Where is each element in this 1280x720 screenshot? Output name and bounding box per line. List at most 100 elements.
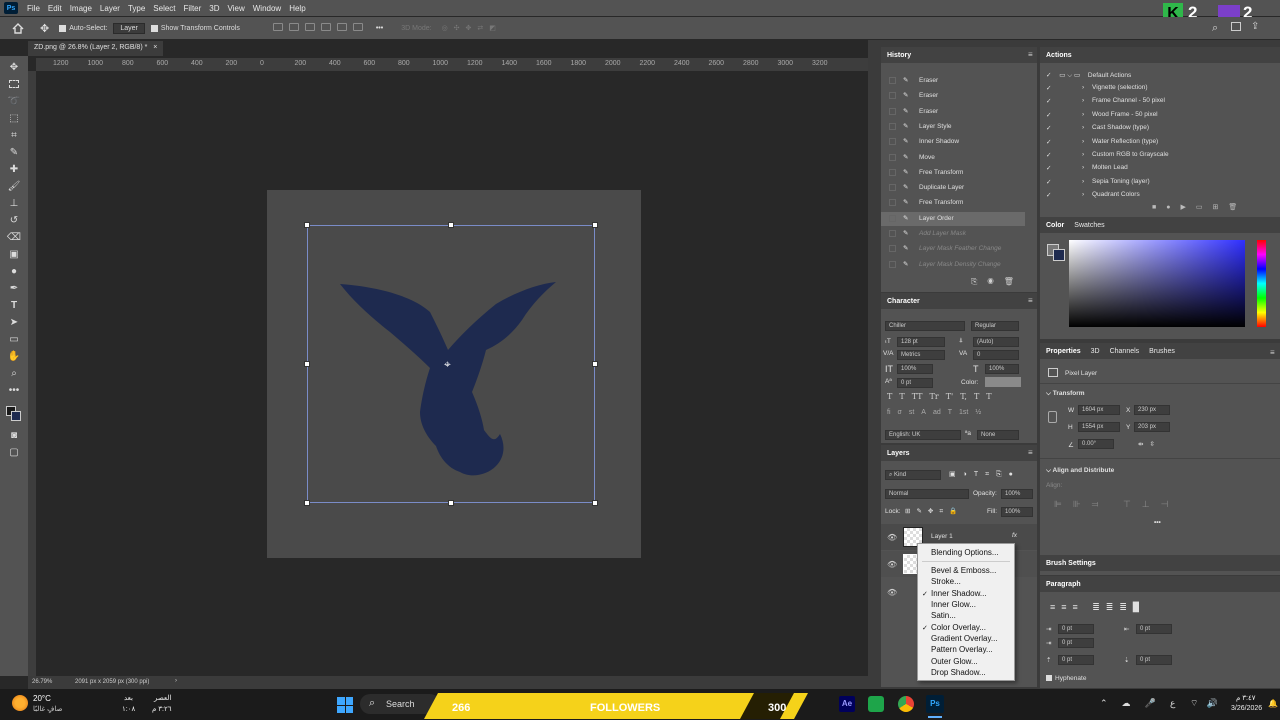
brush-settings-tab[interactable]: Brush Settings	[1046, 560, 1096, 567]
context-menu-item[interactable]: Pattern Overlay...	[931, 645, 993, 654]
action-item[interactable]: ✓ › Molten Lead	[1046, 164, 1128, 172]
dodge-tool-icon[interactable]: ●	[6, 264, 22, 278]
fill-field[interactable]: 100%	[1001, 507, 1033, 517]
tracking-field[interactable]: 0	[973, 350, 1019, 360]
context-menu-item[interactable]: Stroke...	[931, 577, 961, 586]
home-icon[interactable]	[12, 22, 24, 34]
pen-tool-icon[interactable]: ✒	[6, 281, 22, 295]
path-select-icon[interactable]: ➤	[6, 315, 22, 329]
space-after-field[interactable]: 0 pt	[1136, 655, 1172, 665]
transform-handle-left[interactable]	[304, 361, 310, 367]
history-snapshot-box[interactable]	[889, 122, 896, 130]
history-panel-menu-icon[interactable]: ≡	[1028, 50, 1033, 59]
layer-filter-icons[interactable]: ▣◑T⌗⎘●	[949, 470, 1020, 479]
hyphenate-checkbox[interactable]	[1046, 675, 1052, 682]
y-field[interactable]: 203 px	[1134, 422, 1170, 432]
move-tool-icon[interactable]: ✥	[40, 22, 49, 35]
color-spectrum-field[interactable]	[1069, 240, 1245, 327]
opacity-field[interactable]: 100%	[1001, 489, 1033, 499]
paragraph-tab[interactable]: Paragraph	[1046, 581, 1081, 588]
opentype-button[interactable]: ad	[933, 409, 941, 416]
chevron-right-icon[interactable]: ›	[1082, 124, 1084, 131]
width-field[interactable]: 1604 px	[1078, 405, 1120, 415]
gradient-tool-icon[interactable]: ▣	[6, 247, 22, 261]
opentype-button[interactable]: st	[909, 409, 914, 416]
layer-name[interactable]: Layer 1	[931, 533, 953, 540]
link-dimensions-icon[interactable]	[1048, 411, 1057, 423]
move-tool-icon[interactable]: ✥	[6, 60, 22, 74]
transform-handle-top-left[interactable]	[304, 222, 310, 228]
chevron-right-icon[interactable]: ›	[1082, 151, 1084, 158]
history-snapshot-box[interactable]	[889, 260, 896, 268]
chrome-icon[interactable]	[898, 696, 914, 712]
paragraph-align-buttons[interactable]: ≡≡≡ ≣≣≣▉	[1050, 602, 1146, 613]
transform-handle-right[interactable]	[592, 361, 598, 367]
transform-handle-top-right[interactable]	[592, 222, 598, 228]
eyedropper-tool-icon[interactable]: ✎	[6, 145, 22, 159]
color-tab[interactable]: Color	[1046, 222, 1064, 229]
history-item[interactable]: ✎ Move	[881, 151, 1025, 165]
menu-edit[interactable]: Edit	[44, 4, 66, 13]
history-item[interactable]: ✎ Eraser	[881, 89, 1025, 103]
swatches-tab[interactable]: Swatches	[1074, 222, 1104, 229]
search-icon[interactable]: ⌕	[1212, 22, 1218, 35]
transform-bounding-box[interactable]	[307, 225, 595, 503]
auto-select-dropdown[interactable]: Layer	[113, 22, 145, 34]
document-tab[interactable]: ZD.png @ 26.8% (Layer 2, RGB/8) * ×	[28, 41, 164, 56]
language-dropdown[interactable]: English: UK	[885, 430, 961, 440]
context-menu-item[interactable]: Inner Shadow...	[931, 589, 987, 598]
layer-filter-dropdown[interactable]: ⌕ Kind	[885, 470, 941, 480]
type-tool-icon[interactable]: T	[6, 298, 22, 312]
history-snapshot-box[interactable]	[889, 107, 896, 115]
notification-bell-icon[interactable]: 🔔	[1268, 699, 1278, 708]
transform-controls-checkbox[interactable]	[150, 24, 158, 32]
layers-tab[interactable]: Layers	[887, 450, 910, 457]
lasso-tool-icon[interactable]: ➰	[6, 94, 22, 108]
character-panel-menu-icon[interactable]: ≡	[1028, 296, 1033, 305]
history-snapshot-box[interactable]	[889, 138, 896, 146]
history-brush-icon[interactable]: ↺	[6, 213, 22, 227]
menu-help[interactable]: Help	[285, 4, 309, 13]
transform-handle-bottom-right[interactable]	[592, 500, 598, 506]
menu-filter[interactable]: Filter	[180, 4, 206, 13]
weather-temp[interactable]: 20°C	[33, 694, 51, 703]
more-options-button[interactable]: •••	[376, 25, 383, 32]
crop-tool-icon[interactable]: ⌗	[6, 128, 22, 142]
action-toggle-check[interactable]: ✓	[1046, 165, 1051, 172]
chevron-right-icon[interactable]: ›	[1082, 138, 1084, 145]
context-menu-item[interactable]: Blending Options...	[931, 548, 999, 557]
action-item[interactable]: ✓ › Quadrant Colors	[1046, 191, 1140, 199]
font-style-dropdown[interactable]: Regular	[971, 321, 1019, 331]
healing-brush-icon[interactable]: ✚	[6, 162, 22, 176]
history-snapshot-box[interactable]	[889, 77, 896, 84]
text-style-button[interactable]: TT	[912, 392, 923, 401]
brush-tool-icon[interactable]: 🖌	[6, 179, 22, 193]
indent-left-field[interactable]: 0 pt	[1058, 624, 1094, 634]
action-toggle-check[interactable]: ✓	[1046, 139, 1051, 146]
color-bg-swatch[interactable]	[1053, 249, 1065, 261]
share-icon[interactable]: ⇪	[1251, 21, 1259, 32]
character-tab[interactable]: Character	[887, 298, 920, 305]
text-style-button[interactable]: T'	[946, 392, 954, 401]
history-snapshot-box[interactable]	[889, 199, 896, 207]
indent-right-field[interactable]: 0 pt	[1136, 624, 1172, 634]
rectangle-tool-icon[interactable]: ▭	[6, 332, 22, 346]
auto-select-checkbox[interactable]	[59, 24, 67, 32]
layer-fx-icon[interactable]: fx	[1012, 532, 1017, 539]
clock-time[interactable]: ٣:٤٧ م	[1236, 694, 1256, 702]
text-style-button[interactable]: T	[887, 392, 892, 401]
blend-mode-dropdown[interactable]: Normal	[885, 489, 969, 499]
workspace-icon[interactable]	[1231, 22, 1241, 31]
transform-handle-top[interactable]	[448, 222, 454, 228]
history-snapshot-box[interactable]	[889, 168, 896, 176]
text-style-button[interactable]: Tr	[930, 392, 939, 401]
kerning-field[interactable]: Metrics	[897, 350, 945, 360]
align-more-button[interactable]: •••	[1154, 519, 1161, 526]
layer-visibility-eye-icon[interactable]: 👁	[887, 560, 897, 569]
action-toggle-check[interactable]: ✓	[1046, 192, 1051, 199]
quick-mask-icon[interactable]: ◙	[6, 428, 22, 442]
action-toggle-check[interactable]: ✓	[1046, 98, 1051, 105]
x-field[interactable]: 230 px	[1134, 405, 1170, 415]
after-effects-icon[interactable]: Ae	[839, 696, 855, 712]
action-toggle-check[interactable]: ✓	[1046, 112, 1051, 119]
